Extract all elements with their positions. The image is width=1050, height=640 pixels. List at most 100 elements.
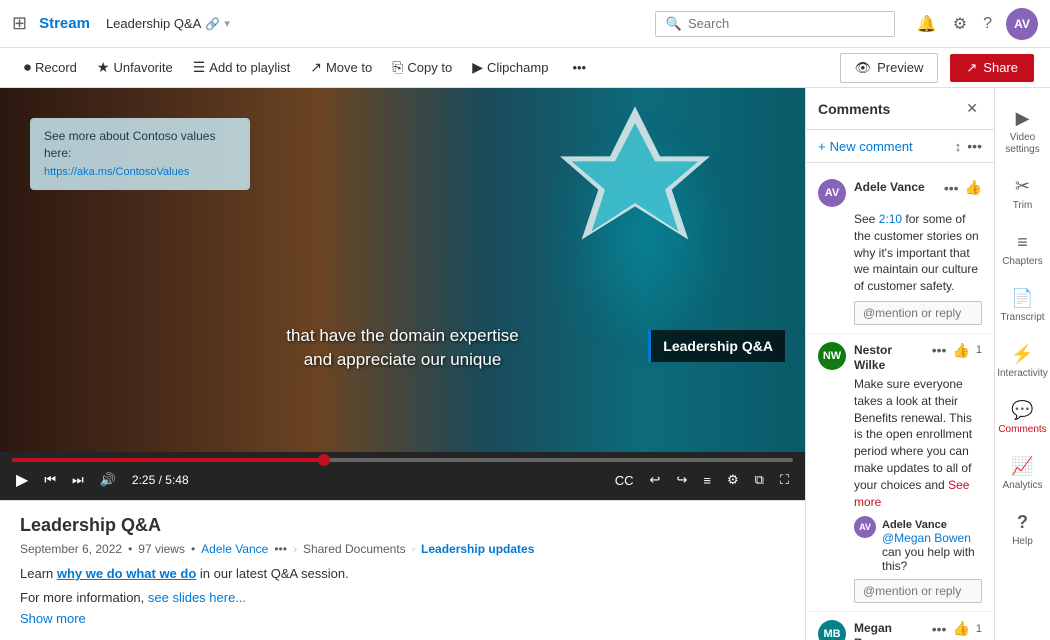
sort-button[interactable]: ↕ [955,139,962,154]
help-icon[interactable]: ? [981,13,994,35]
progress-fill [12,458,324,462]
search-input[interactable] [688,16,884,31]
video-title: Leadership Q&A [20,515,785,536]
video-settings-button[interactable]: ▶ Video settings [997,100,1049,164]
clipchamp-icon: ▶ [472,59,483,76]
interactivity-button[interactable]: ⚡ Interactivity [997,336,1049,388]
trim-button[interactable]: ✂ Trim [997,168,1049,220]
add-to-playlist-button[interactable]: ☰ Add to playlist [185,55,299,80]
see-more-link[interactable]: See more [854,478,969,509]
search-box[interactable]: 🔍 [655,11,895,37]
comment-author: Nestor Wilke [854,343,892,372]
desc-bold-link[interactable]: why we do what we do [57,566,196,581]
reply-input[interactable] [854,579,982,603]
comments-title: Comments [818,101,954,117]
subtitle-line2: and appreciate our unique [286,348,518,372]
grid-icon[interactable]: ⊞ [12,13,27,34]
new-comment-bar: + New comment ↕ ••• [806,130,994,163]
notifications-icon[interactable]: 🔔 [915,12,939,36]
reply-input[interactable] [854,301,982,325]
video-description: Learn why we do what we do in our latest… [20,564,785,584]
comment-header: AV Adele Vance ••• 👍 [818,179,982,207]
top-nav: ⊞ Stream Leadership Q&A 🔗 ▾ 🔍 🔔 ⚙ ? AV [0,0,1050,48]
comment-more-button[interactable]: ••• [944,181,959,195]
video-settings-label: Video settings [1001,132,1045,156]
comments-close-button[interactable]: ✕ [962,98,982,119]
comments-more-button[interactable]: ••• [967,138,982,154]
like-button[interactable]: 👍 [965,179,982,196]
comment-more-button[interactable]: ••• [932,343,947,357]
comments-panel: Comments ✕ + New comment ↕ ••• AV Adele [806,88,994,640]
help-side-icon: ? [1017,512,1028,533]
avatar[interactable]: AV [1006,8,1038,40]
subtitles-button[interactable]: CC [611,471,638,490]
record-icon: ⏺ [24,59,31,76]
nav-breadcrumb: Leadership Q&A 🔗 ▾ [106,16,230,31]
pip-button[interactable]: ⧉ [751,470,768,490]
play-button[interactable]: ▶ [12,468,32,492]
see-slides-link[interactable]: see slides here... [148,590,246,605]
analytics-button[interactable]: 📈 Analytics [997,448,1049,500]
move-to-button[interactable]: ↗ Move to [302,55,380,80]
like-button[interactable]: 👍 [952,620,969,637]
settings-button[interactable]: ⚙ [723,470,743,490]
star-icon: ★ [97,59,110,76]
fullscreen-button[interactable]: ⛶ [776,470,793,490]
record-button[interactable]: ⏺ Record [16,55,85,80]
toolbar: ⏺ Record ★ Unfavorite ☰ Add to playlist … [0,48,1050,88]
more-dots-icon: ••• [572,60,586,75]
leadership-badge: Leadership Q&A [648,330,785,362]
controls-row: ▶ ⏮ ⏭ 🔊 2:25 / 5:48 CC ↩ ↪ ≡ ⚙ ⧉ ⛶ [12,468,793,492]
page-name[interactable]: Leadership Q&A [106,16,201,31]
more-options-button[interactable]: ••• [564,56,594,79]
caption-link[interactable]: https://aka.ms/ContosoValues [44,165,236,180]
preview-icon: 👁 [855,60,872,76]
help-side-button[interactable]: ? Help [997,504,1049,556]
video-more-info: For more information, see slides here... [20,588,785,608]
comments-side-icon: 💬 [1011,400,1033,421]
trim-label: Trim [1013,200,1033,212]
video-player[interactable]: See more about Contoso values here: http… [0,88,805,452]
comment-author: Megan Bowen [854,621,893,640]
breadcrumb-leadership[interactable]: Leadership updates [421,542,534,556]
comment-more-button[interactable]: ••• [932,622,947,636]
comment-author: Adele Vance [854,180,925,194]
meta-dot2: • [191,542,195,556]
comment-header: MB Megan Bowen ••• 👍 1 [818,620,982,640]
sub-text: @Megan Bowen can you help with this? [882,531,982,573]
breadcrumb-shared-docs[interactable]: Shared Documents [303,542,406,556]
settings-icon[interactable]: ⚙ [951,12,969,36]
breadcrumb-chevron: ▾ [224,17,230,30]
preview-button[interactable]: 👁 Preview [840,53,939,83]
transcript-toggle[interactable]: ≡ [699,471,715,490]
like-count: 1 [976,623,982,635]
help-side-label: Help [1012,536,1033,548]
view-count: 97 views [138,542,185,556]
comment-actions: ••• 👍 [944,179,982,196]
rewind10-button[interactable]: ↩ [646,470,665,490]
transcript-button[interactable]: 📄 Transcript [997,280,1049,332]
subtitle-line1: that have the domain expertise [286,324,518,348]
caption-text: See more about Contoso values here: [44,128,236,162]
comment-item: MB Megan Bowen ••• 👍 1 Can we get an upd… [806,612,994,640]
comment-text: See 2:10 for some of the customer storie… [854,211,982,295]
chapters-button[interactable]: ≡ Chapters [997,224,1049,276]
like-button[interactable]: 👍 [952,342,969,359]
timestamp-link[interactable]: 2:10 [879,212,902,226]
unfavorite-button[interactable]: ★ Unfavorite [89,55,181,80]
reply-input-container [854,301,982,325]
rewind-button[interactable]: ⏮ [40,470,60,490]
right-sidebar: Comments ✕ + New comment ↕ ••• AV Adele [805,88,1050,640]
forward-button[interactable]: ⏭ [68,470,88,490]
show-more-button[interactable]: Show more [20,611,785,626]
clipchamp-button[interactable]: ▶ Clipchamp [464,55,556,80]
volume-button[interactable]: 🔊 [96,470,120,490]
forward10-button[interactable]: ↪ [672,470,691,490]
new-comment-button[interactable]: + New comment [818,139,913,154]
comments-side-button[interactable]: 💬 Comments [997,392,1049,444]
share-button[interactable]: ↗ Share [950,54,1034,82]
progress-bar[interactable] [12,458,793,462]
share-link-icon[interactable]: 🔗 [205,17,220,31]
copy-to-button[interactable]: ⎘ Copy to [384,55,460,80]
author-link[interactable]: Adele Vance [201,542,268,556]
